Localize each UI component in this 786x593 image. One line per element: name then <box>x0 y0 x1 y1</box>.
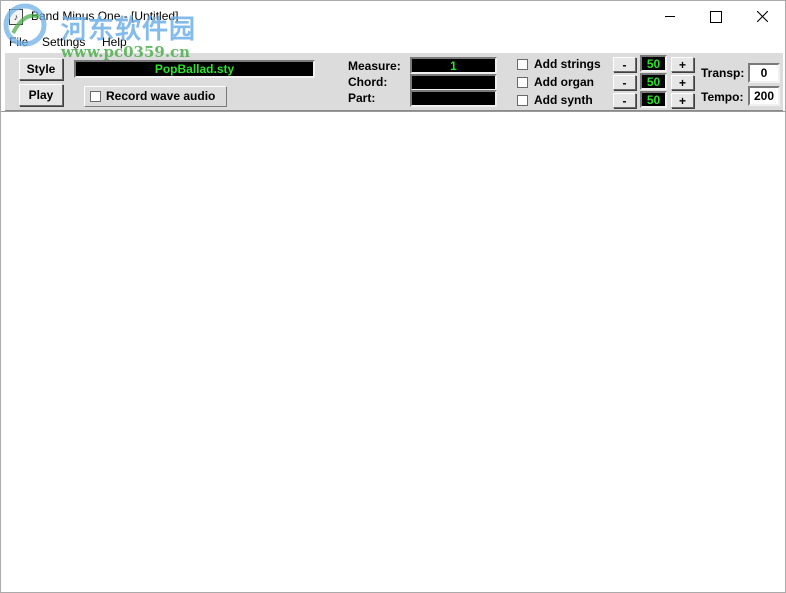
strings-level-display: 50 <box>640 55 667 72</box>
watermark-text: 河东软件园 <box>61 15 197 45</box>
maximize-button[interactable] <box>693 1 739 32</box>
organ-minus-button[interactable]: - <box>613 75 636 90</box>
add-organ-checkbox[interactable] <box>517 77 528 88</box>
style-button[interactable]: Style <box>19 58 63 80</box>
chord-label: Chord: <box>348 75 388 89</box>
organ-plus-button[interactable]: + <box>671 75 694 90</box>
watermark-url: www.pc0359.cn <box>61 43 191 61</box>
transpose-input[interactable]: 0 <box>748 63 780 83</box>
synth-level-display: 50 <box>640 91 667 108</box>
add-synth-checkbox[interactable] <box>517 95 528 106</box>
record-wave-checkbox[interactable] <box>90 91 101 102</box>
watermark-logo-icon <box>3 3 47 47</box>
strings-plus-button[interactable]: + <box>671 57 694 72</box>
part-display <box>410 90 497 107</box>
part-label: Part: <box>348 91 376 105</box>
add-organ-label: Add organ <box>534 75 594 89</box>
minimize-icon <box>665 16 675 17</box>
tempo-label: Tempo: <box>701 90 744 104</box>
minimize-button[interactable] <box>647 1 693 32</box>
play-button[interactable]: Play <box>19 84 63 106</box>
measure-label: Measure: <box>348 59 401 73</box>
measure-display: 1 <box>410 57 497 74</box>
maximize-icon <box>710 10 722 23</box>
add-strings-checkbox[interactable] <box>517 59 528 70</box>
transpose-label: Transp: <box>701 66 745 80</box>
organ-level-display: 50 <box>640 73 667 90</box>
close-button[interactable] <box>739 1 785 32</box>
add-synth-label: Add synth <box>534 93 593 107</box>
style-file-display: PopBallad.sty <box>74 60 315 78</box>
app-window: ♪ Band Minus One - [Untitled] File Setti… <box>0 0 786 593</box>
record-wave-label: Record wave audio <box>106 89 216 103</box>
add-strings-label: Add strings <box>534 57 601 71</box>
synth-plus-button[interactable]: + <box>671 93 694 108</box>
strings-minus-button[interactable]: - <box>613 57 636 72</box>
chord-display <box>410 74 497 91</box>
tempo-input[interactable]: 200 <box>748 86 780 106</box>
close-icon <box>756 11 768 22</box>
main-content-area[interactable] <box>1 111 785 592</box>
synth-minus-button[interactable]: - <box>613 93 636 108</box>
